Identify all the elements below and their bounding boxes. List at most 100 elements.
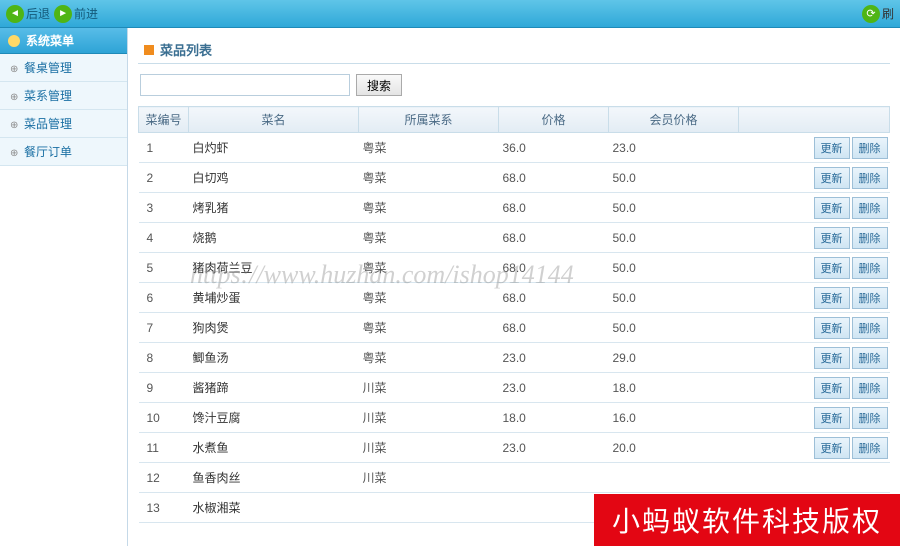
update-button[interactable]: 更新 <box>814 287 850 309</box>
cell-name: 鱼香肉丝 <box>189 463 359 493</box>
sidebar-item-tables[interactable]: ⊕ 餐桌管理 <box>0 54 127 82</box>
refresh-label: 刷 <box>882 5 894 22</box>
cell-price: 36.0 <box>499 133 609 163</box>
refresh-icon[interactable]: ⟳ <box>862 5 880 23</box>
cell-actions: 更新删除 <box>739 253 890 283</box>
update-button[interactable]: 更新 <box>814 347 850 369</box>
update-button[interactable]: 更新 <box>814 377 850 399</box>
delete-button[interactable]: 删除 <box>852 437 888 459</box>
update-button[interactable]: 更新 <box>814 257 850 279</box>
update-button[interactable]: 更新 <box>814 407 850 429</box>
delete-button[interactable]: 删除 <box>852 317 888 339</box>
cell-id: 11 <box>139 433 189 463</box>
forward-arrow-icon: ► <box>54 5 72 23</box>
sidebar-item-label: 菜系管理 <box>24 87 72 104</box>
cell-category: 粤菜 <box>359 313 499 343</box>
cell-member-price: 29.0 <box>609 343 739 373</box>
layout: 系统菜单 ⊕ 餐桌管理 ⊕ 菜系管理 ⊕ 菜品管理 ⊕ 餐厅订单 菜品列表 搜索 <box>0 28 900 546</box>
cell-member-price: 50.0 <box>609 223 739 253</box>
cell-price: 68.0 <box>499 163 609 193</box>
cell-id: 5 <box>139 253 189 283</box>
col-action-header <box>739 107 890 133</box>
cell-price: 68.0 <box>499 253 609 283</box>
cell-price: 68.0 <box>499 193 609 223</box>
cell-category <box>359 493 499 523</box>
cell-member-price: 18.0 <box>609 373 739 403</box>
cell-actions: 更新删除 <box>739 133 890 163</box>
forward-button[interactable]: ► 前进 <box>54 5 98 23</box>
col-name-header: 菜名 <box>189 107 359 133</box>
delete-button[interactable]: 删除 <box>852 227 888 249</box>
delete-button[interactable]: 删除 <box>852 197 888 219</box>
cell-category: 粤菜 <box>359 163 499 193</box>
cell-member-price: 50.0 <box>609 193 739 223</box>
sidebar-item-dishes[interactable]: ⊕ 菜品管理 <box>0 110 127 138</box>
delete-button[interactable]: 删除 <box>852 257 888 279</box>
delete-button[interactable]: 删除 <box>852 407 888 429</box>
update-button[interactable]: 更新 <box>814 137 850 159</box>
update-button[interactable]: 更新 <box>814 317 850 339</box>
cell-price: 23.0 <box>499 373 609 403</box>
cell-category: 粤菜 <box>359 253 499 283</box>
cell-name: 水椒湘菜 <box>189 493 359 523</box>
table-row: 7狗肉煲粤菜68.050.0更新删除 <box>139 313 890 343</box>
delete-button[interactable]: 删除 <box>852 137 888 159</box>
table-row: 8鲫鱼汤粤菜23.029.0更新删除 <box>139 343 890 373</box>
delete-button[interactable]: 删除 <box>852 347 888 369</box>
update-button[interactable]: 更新 <box>814 167 850 189</box>
cell-name: 馋汁豆腐 <box>189 403 359 433</box>
cell-price: 23.0 <box>499 343 609 373</box>
table-row: 6黄埔炒蛋粤菜68.050.0更新删除 <box>139 283 890 313</box>
sidebar-item-orders[interactable]: ⊕ 餐厅订单 <box>0 138 127 166</box>
sidebar-item-cuisine[interactable]: ⊕ 菜系管理 <box>0 82 127 110</box>
cell-id: 10 <box>139 403 189 433</box>
cell-name: 水煮鱼 <box>189 433 359 463</box>
cell-price: 68.0 <box>499 313 609 343</box>
table-header-row: 菜编号 菜名 所属菜系 价格 会员价格 <box>139 107 890 133</box>
main-content: 菜品列表 搜索 菜编号 菜名 所属菜系 价格 会员价格 1白灼虾粤菜36.023… <box>128 28 900 546</box>
table-row: 10馋汁豆腐川菜18.016.0更新删除 <box>139 403 890 433</box>
col-id-header: 菜编号 <box>139 107 189 133</box>
cell-name: 白切鸡 <box>189 163 359 193</box>
cell-id: 8 <box>139 343 189 373</box>
cell-member-price: 50.0 <box>609 163 739 193</box>
cell-id: 2 <box>139 163 189 193</box>
back-label: 后退 <box>26 5 50 22</box>
cell-actions: 更新删除 <box>739 193 890 223</box>
footer-banner: 小蚂蚁软件科技版权 <box>594 494 900 546</box>
delete-button[interactable]: 删除 <box>852 167 888 189</box>
search-input[interactable] <box>140 74 350 96</box>
dish-table: 菜编号 菜名 所属菜系 价格 会员价格 1白灼虾粤菜36.023.0更新删除2白… <box>138 106 890 523</box>
cell-category: 川菜 <box>359 403 499 433</box>
cell-price <box>499 463 609 493</box>
update-button[interactable]: 更新 <box>814 437 850 459</box>
cell-name: 烤乳猪 <box>189 193 359 223</box>
cell-category: 川菜 <box>359 433 499 463</box>
cell-actions: 更新删除 <box>739 343 890 373</box>
search-button[interactable]: 搜索 <box>356 74 402 96</box>
update-button[interactable]: 更新 <box>814 227 850 249</box>
cell-category: 川菜 <box>359 463 499 493</box>
delete-button[interactable]: 删除 <box>852 287 888 309</box>
search-bar: 搜索 <box>138 64 890 106</box>
table-row: 3烤乳猪粤菜68.050.0更新删除 <box>139 193 890 223</box>
cell-actions: 更新删除 <box>739 433 890 463</box>
update-button[interactable]: 更新 <box>814 197 850 219</box>
panel-title-bar: 菜品列表 <box>138 36 890 64</box>
cell-actions <box>739 463 890 493</box>
user-icon <box>8 35 20 47</box>
cell-name: 烧鹅 <box>189 223 359 253</box>
delete-button[interactable]: 删除 <box>852 377 888 399</box>
col-memberprice-header: 会员价格 <box>609 107 739 133</box>
cell-member-price: 50.0 <box>609 253 739 283</box>
cell-id: 7 <box>139 313 189 343</box>
cell-price: 68.0 <box>499 223 609 253</box>
cell-id: 3 <box>139 193 189 223</box>
cell-actions: 更新删除 <box>739 373 890 403</box>
cell-actions: 更新删除 <box>739 223 890 253</box>
table-row: 1白灼虾粤菜36.023.0更新删除 <box>139 133 890 163</box>
cell-price: 68.0 <box>499 283 609 313</box>
cell-category: 粤菜 <box>359 193 499 223</box>
cell-name: 白灼虾 <box>189 133 359 163</box>
back-button[interactable]: ◄ 后退 <box>6 5 50 23</box>
